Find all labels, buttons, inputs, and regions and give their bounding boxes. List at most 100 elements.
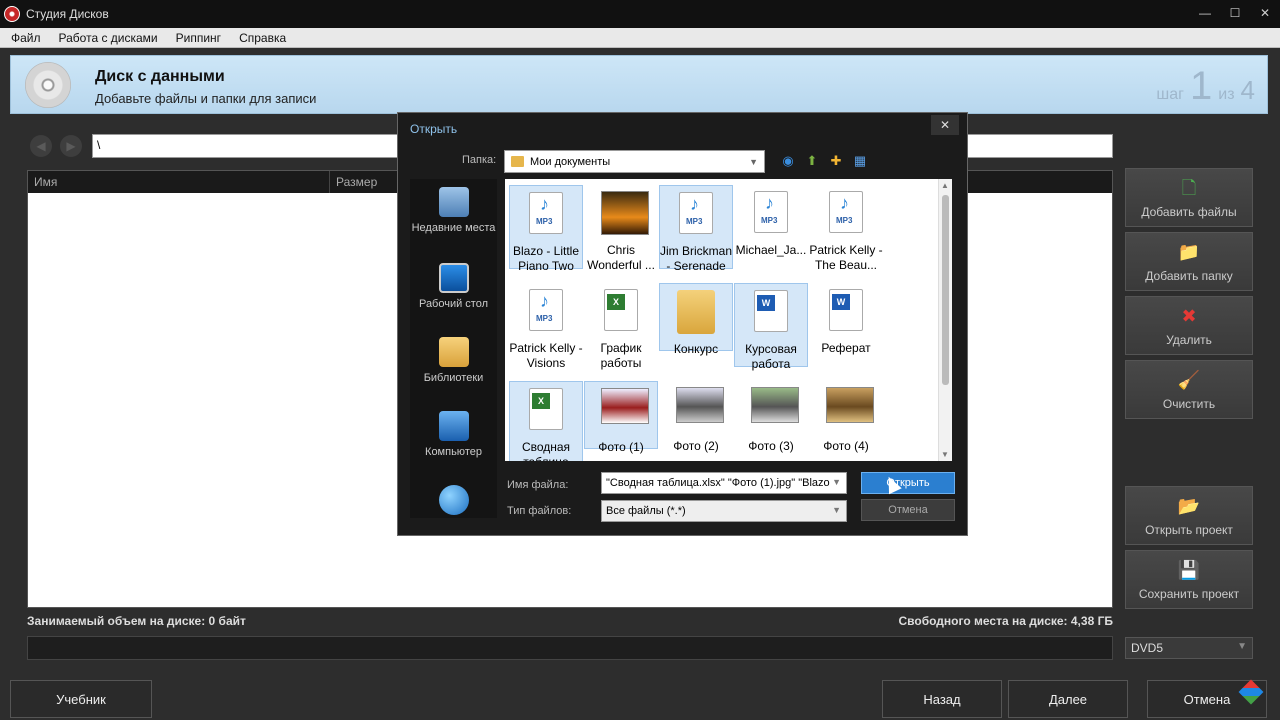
chevron-down-icon: ▼: [1237, 641, 1247, 652]
file-item-label: Реферат: [821, 341, 871, 355]
add-files-button[interactable]: 🗋 Добавить файлы: [1125, 168, 1253, 227]
file-item[interactable]: X Сводная таблица: [509, 381, 583, 461]
add-folder-button[interactable]: 📁 Добавить папку: [1125, 232, 1253, 291]
file-item-label: Фото (3): [748, 439, 794, 453]
place-computer[interactable]: Компьютер: [410, 411, 497, 459]
scroll-down-icon[interactable]: ▼: [941, 450, 949, 459]
view-menu-icon[interactable]: ▦: [852, 153, 868, 169]
dialog-close-button[interactable]: ✕: [931, 115, 959, 135]
disc-type-select[interactable]: DVD5 ▼: [1125, 637, 1253, 659]
broom-icon: 🧹: [1177, 369, 1201, 390]
next-button[interactable]: Далее: [1008, 680, 1128, 718]
computer-icon: [438, 411, 469, 441]
close-button[interactable]: ✕: [1250, 0, 1280, 26]
file-item-label: Chris Wonderful ...: [587, 243, 655, 272]
filetype-label: Тип файлов:: [507, 505, 572, 517]
title-bar: Студия Дисков — ☐ ✕: [0, 0, 1280, 28]
file-item-label: Patrick Kelly - The Beau...: [809, 243, 883, 272]
file-item[interactable]: Фото (2): [659, 381, 733, 453]
file-item[interactable]: ♪ MP3 Patrick Kelly - The Beau...: [809, 185, 883, 272]
filename-input[interactable]: "Сводная таблица.xlsx" "Фото (1).jpg" "B…: [601, 472, 847, 494]
delete-label: Удалить: [1166, 332, 1212, 347]
app-title: Студия Дисков: [26, 7, 109, 21]
open-button[interactable]: Открыть: [861, 472, 955, 494]
filetype-select[interactable]: Все файлы (*.*) ▼: [601, 500, 847, 522]
file-item[interactable]: Chris Wonderful ...: [584, 185, 658, 272]
save-project-button[interactable]: 💾 Сохранить проект: [1125, 550, 1253, 609]
mp3-file-icon: ♪ MP3: [754, 191, 788, 233]
free-space-label: Свободного места на диске: 4,38 ГБ: [898, 614, 1114, 628]
file-item[interactable]: ♪ MP3 Michael_Ja...: [734, 185, 808, 269]
dialog-title: Открыть: [410, 122, 458, 136]
file-item-label: Сводная таблица: [521, 440, 571, 461]
file-item[interactable]: Фото (1): [584, 381, 658, 454]
chevron-down-icon: ▼: [749, 156, 758, 167]
place-network[interactable]: [410, 485, 497, 519]
file-item[interactable]: Фото (4): [809, 381, 883, 453]
new-folder-icon[interactable]: ✚: [828, 153, 844, 169]
step-current: 1: [1190, 64, 1213, 108]
excel-file-icon: X: [604, 289, 638, 331]
file-item-label: Фото (4): [823, 439, 869, 453]
file-item[interactable]: W Реферат: [809, 283, 883, 367]
dialog-toolbar: ◉ ⬆ ✚ ▦: [780, 153, 868, 169]
chevron-down-icon: ▼: [832, 477, 841, 487]
scroll-up-icon[interactable]: ▲: [941, 181, 949, 190]
place-libraries-label: Библиотеки: [423, 372, 484, 384]
folder-select[interactable]: Мои документы ▼: [504, 150, 765, 173]
file-item[interactable]: Конкурс: [659, 283, 733, 356]
filename-label: Имя файла:: [507, 479, 569, 491]
open-project-button[interactable]: 📂 Открыть проект: [1125, 486, 1253, 545]
add-files-label: Добавить файлы: [1141, 204, 1237, 219]
file-item[interactable]: W Курсовая работа: [734, 283, 808, 371]
tutorial-button[interactable]: Учебник: [10, 680, 152, 718]
file-item[interactable]: ♪ MP3 Patrick Kelly - Visions: [509, 283, 583, 370]
filetype-value: Все файлы (*.*): [606, 505, 686, 517]
mp3-file-icon: ♪ MP3: [679, 192, 713, 234]
maximize-button[interactable]: ☐: [1220, 0, 1250, 26]
delete-button[interactable]: ✖ Удалить: [1125, 296, 1253, 355]
photo-thumbnail-icon: [751, 387, 799, 423]
place-recent[interactable]: Недавние места: [410, 187, 497, 235]
place-desktop[interactable]: Рабочий стол: [410, 263, 497, 311]
open-file-dialog: Открыть ✕ Папка: Мои документы ▼ ◉ ⬆ ✚ ▦…: [397, 112, 968, 536]
disc-usage-bar: [27, 636, 1113, 660]
file-item-label: Blazo - Little Piano Two: [512, 244, 580, 273]
globe-back-icon[interactable]: ◉: [780, 153, 796, 169]
minimize-button[interactable]: —: [1190, 0, 1220, 26]
step-of: из: [1218, 86, 1235, 103]
file-item-label: Michael_Ja...: [735, 243, 807, 257]
file-item[interactable]: ♪ MP3 Jim Brickman - Serenade: [659, 185, 733, 273]
scroll-thumb[interactable]: [942, 195, 949, 385]
add-file-icon: 🗋: [1181, 177, 1197, 198]
place-computer-label: Компьютер: [425, 446, 482, 458]
page-title: Диск с данными: [95, 68, 225, 85]
up-folder-icon[interactable]: ⬆: [804, 153, 820, 169]
mp3-file-icon: ♪ MP3: [529, 192, 563, 234]
file-item[interactable]: X График работы: [584, 283, 658, 370]
step-total: 4: [1240, 75, 1255, 105]
grid-scrollbar[interactable]: ▲ ▼: [938, 179, 952, 461]
column-name[interactable]: Имя: [28, 171, 330, 193]
menu-file[interactable]: Файл: [0, 31, 48, 45]
clear-label: Очистить: [1162, 396, 1216, 411]
forward-arrow-icon[interactable]: ▶: [60, 135, 82, 157]
back-button[interactable]: Назад: [882, 680, 1002, 718]
network-globe-icon: [438, 485, 469, 515]
menu-help[interactable]: Справка: [228, 31, 293, 45]
back-arrow-icon[interactable]: ◀: [30, 135, 52, 157]
clear-button[interactable]: 🧹 Очистить: [1125, 360, 1253, 419]
folder-value: Мои документы: [530, 155, 611, 168]
file-item[interactable]: ♪ MP3 Blazo - Little Piano Two: [509, 185, 583, 273]
menu-discs[interactable]: Работа с дисками: [48, 31, 165, 45]
file-grid[interactable]: ♪ MP3 Blazo - Little Piano Two Chris Wond…: [505, 179, 952, 461]
filename-value: "Сводная таблица.xlsx" "Фото (1).jpg" "B…: [606, 477, 830, 489]
dialog-cancel-button[interactable]: Отмена: [861, 499, 955, 521]
menu-ripping[interactable]: Риппинг: [165, 31, 228, 45]
file-item[interactable]: Фото (3): [734, 381, 808, 453]
chevron-down-icon: ▼: [832, 505, 841, 515]
disc-icon: [25, 62, 71, 108]
place-recent-label: Недавние места: [411, 222, 496, 234]
place-libraries[interactable]: Библиотеки: [410, 337, 497, 385]
word-file-icon: W: [829, 289, 863, 331]
